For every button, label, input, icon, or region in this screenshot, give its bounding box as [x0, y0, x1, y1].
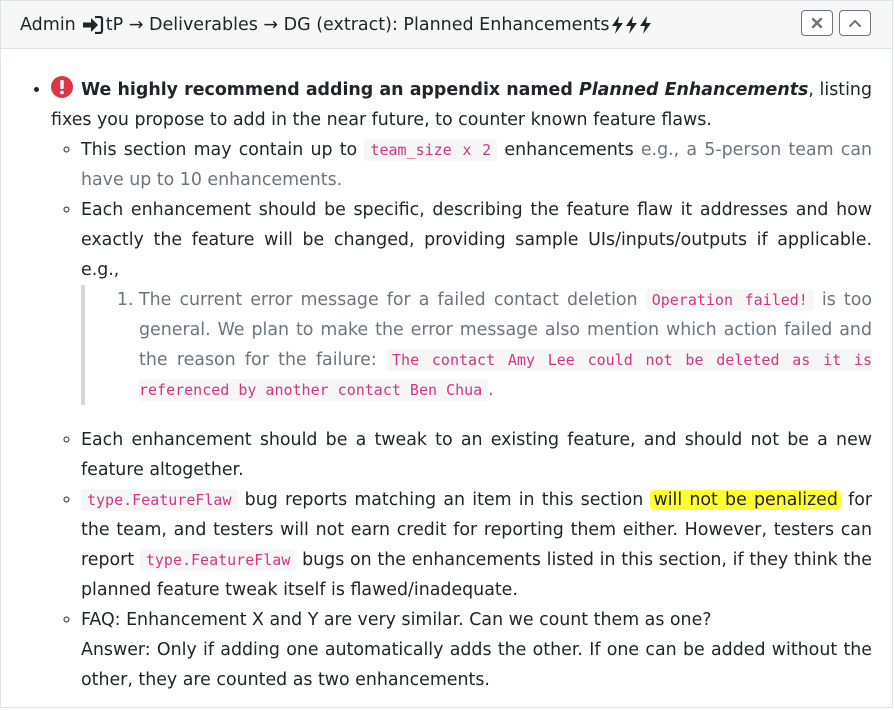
quote-item: The current error message for a failed c…: [139, 285, 872, 405]
inline-code: type.FeatureFlaw: [139, 549, 297, 571]
panel-body: We highly recommend adding an appendix n…: [1, 49, 892, 695]
list-item: Each enhancement should be a tweak to an…: [81, 425, 872, 485]
lead-appendix-name: Planned Enhancements: [578, 80, 809, 100]
list-item: This section may contain up to team_size…: [81, 135, 872, 195]
list-item: type.FeatureFlaw bug reports matching an…: [81, 485, 872, 605]
inline-code: type.FeatureFlaw: [81, 489, 238, 511]
close-icon: [811, 17, 823, 29]
bolt-icon: [625, 15, 637, 34]
sign-in-icon: [82, 15, 103, 34]
list-item: Each enhancement should be specific, des…: [81, 195, 872, 405]
header-buttons: [801, 10, 871, 36]
list-item: We highly recommend adding an appendix n…: [51, 75, 872, 695]
chevron-up-icon: [849, 19, 861, 27]
bolt-icon: [611, 15, 623, 34]
faq-question: FAQ: Enhancement X and Y are very simila…: [81, 610, 712, 630]
panel-header[interactable]: Admin tP → Deliverables → DG (extract): …: [1, 1, 892, 49]
faq-answer: Answer: Only if adding one automatically…: [81, 640, 872, 690]
inline-code: team_size x 2: [364, 139, 498, 161]
highlight: will not be penalized: [650, 490, 841, 510]
exclamation-circle-icon: [51, 76, 73, 98]
breadcrumb-path: tP → Deliverables → DG (extract): Planne…: [105, 14, 610, 35]
example-quote: The current error message for a failed c…: [81, 285, 872, 405]
bolt-icon: [639, 15, 651, 34]
breadcrumb-admin: Admin: [20, 14, 76, 35]
list-item: FAQ: Enhancement X and Y are very simila…: [81, 605, 872, 695]
lead-bold: We highly recommend adding an appendix n…: [81, 80, 579, 100]
extract-panel: Admin tP → Deliverables → DG (extract): …: [0, 0, 893, 708]
close-button[interactable]: [801, 10, 833, 36]
inline-code: Operation failed!: [645, 289, 814, 311]
collapse-button[interactable]: [839, 10, 871, 36]
